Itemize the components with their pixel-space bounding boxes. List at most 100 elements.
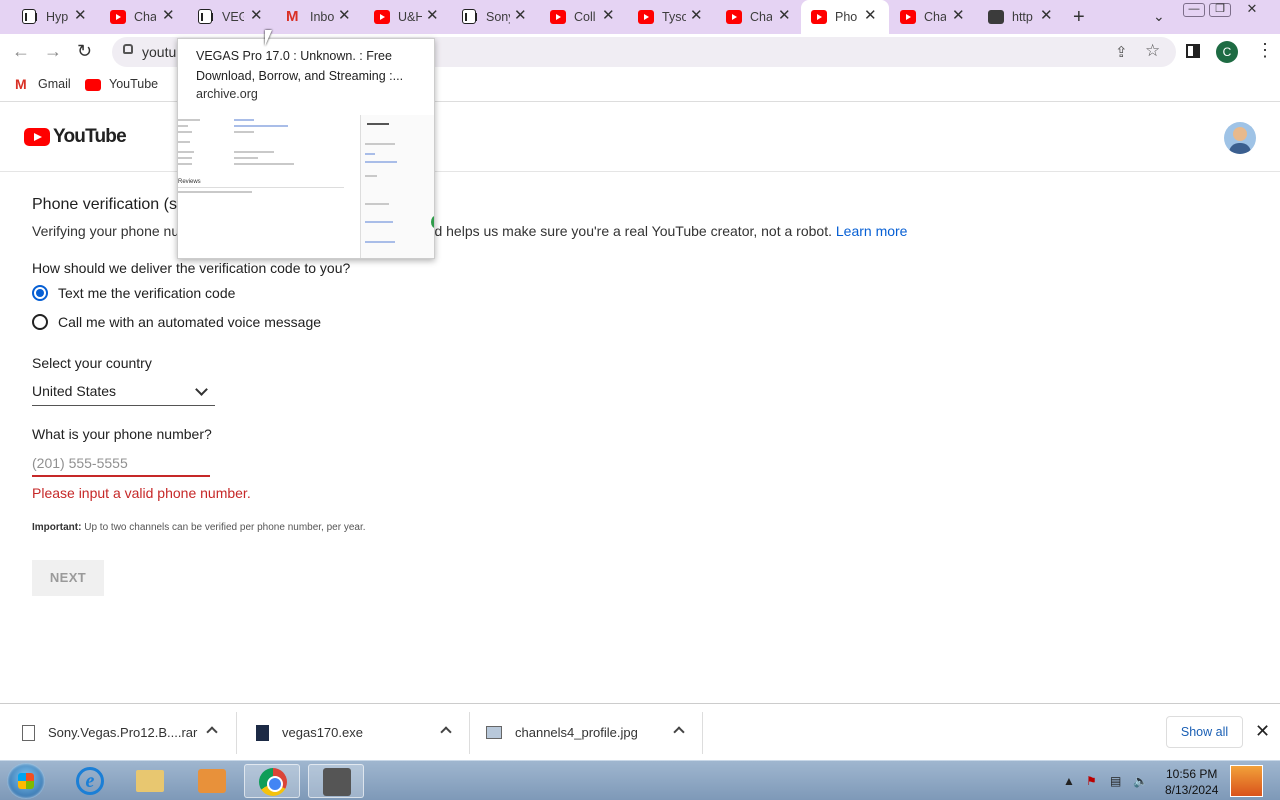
download-item[interactable]: Sony.Vegas.Pro12.B....rar	[0, 704, 236, 761]
tray-expand-icon[interactable]: ▲	[1063, 774, 1075, 788]
new-tab-button[interactable]: +	[1073, 6, 1085, 29]
avatar[interactable]	[1224, 122, 1256, 154]
close-icon[interactable]: ✕	[778, 8, 791, 24]
action-center-icon[interactable]: ⚑	[1086, 774, 1097, 788]
archive-icon	[22, 9, 37, 24]
close-icon[interactable]: ✕	[1040, 8, 1053, 24]
taskbar-ie[interactable]: e	[62, 764, 118, 798]
tab-inbox[interactable]: Inbo ✕	[276, 0, 361, 34]
tab-cha-3[interactable]: Cha ✕	[890, 0, 975, 34]
profile-avatar[interactable]: C	[1216, 41, 1238, 63]
restore-button[interactable]: ❐	[1209, 3, 1231, 17]
clock-time[interactable]: 10:56 PM	[1166, 767, 1217, 781]
image-icon	[486, 726, 502, 739]
country-value[interactable]: United States	[32, 383, 116, 399]
star-icon[interactable]: ☆	[1145, 41, 1160, 61]
taskbar-vegas[interactable]	[308, 764, 364, 798]
download-item[interactable]: vegas170.exe	[234, 704, 470, 761]
tab-pho-active[interactable]: Pho ✕	[801, 0, 889, 34]
close-icon[interactable]: ✕	[338, 8, 351, 24]
tab-veg[interactable]: VEG ✕	[188, 0, 273, 34]
radio-call[interactable]	[32, 314, 48, 330]
option-text-label[interactable]: Text me the verification code	[58, 285, 235, 301]
close-icon[interactable]: ✕	[1255, 721, 1270, 742]
tab-uh[interactable]: U&H ✕	[364, 0, 449, 34]
tab-label: http	[1012, 10, 1033, 24]
tab-hyp[interactable]: Hyp ✕	[12, 0, 97, 34]
tab-http[interactable]: http ✕	[978, 0, 1063, 34]
url-text[interactable]: youtu	[142, 44, 176, 60]
important-note: Important: Up to two channels can be ver…	[32, 522, 366, 533]
chevron-down-icon[interactable]: ⌄	[1153, 8, 1165, 25]
clock-date[interactable]: 8/13/2024	[1165, 783, 1218, 797]
taskbar-media[interactable]	[184, 764, 240, 798]
hover-card-domain: archive.org	[196, 87, 258, 101]
country-select[interactable]: United States	[32, 380, 215, 406]
radio-text-selected[interactable]	[32, 285, 48, 301]
close-icon[interactable]: ✕	[74, 8, 87, 24]
close-icon[interactable]: ✕	[952, 8, 965, 24]
minimize-button[interactable]: —	[1183, 3, 1205, 17]
show-desktop-icon[interactable]	[1230, 765, 1263, 797]
close-icon[interactable]: ✕	[162, 8, 175, 24]
close-icon[interactable]: ✕	[514, 8, 527, 24]
chevron-up-icon[interactable]	[206, 726, 218, 738]
youtube-icon	[374, 10, 390, 24]
network-icon[interactable]: ▤	[1110, 774, 1121, 788]
tab-coll[interactable]: Coll ✕	[540, 0, 625, 34]
download-item[interactable]: channels4_profile.jpg	[467, 704, 703, 761]
download-name[interactable]: vegas170.exe	[282, 725, 363, 740]
close-icon[interactable]: ✕	[690, 8, 703, 24]
download-name[interactable]: channels4_profile.jpg	[515, 725, 638, 740]
chevron-down-icon[interactable]	[195, 383, 208, 396]
thumb-line	[178, 125, 188, 127]
taskbar-explorer[interactable]	[122, 764, 178, 798]
thumb-line	[178, 141, 190, 143]
side-panel-icon[interactable]	[1186, 44, 1200, 58]
learn-more-link[interactable]: Learn more	[836, 223, 908, 239]
option-call-label[interactable]: Call me with an automated voice message	[58, 314, 321, 330]
more-menu-icon[interactable]: ⋮	[1256, 40, 1274, 61]
phone-input[interactable]	[32, 451, 210, 477]
internet-explorer-icon: e	[76, 767, 104, 795]
bookmark-youtube[interactable]: YouTube	[109, 77, 158, 91]
youtube-icon	[110, 10, 126, 24]
tab-label: VEG	[222, 10, 244, 24]
tab-label: Pho	[835, 10, 858, 24]
close-icon[interactable]: ✕	[426, 8, 439, 24]
thumb-line	[365, 241, 395, 243]
forward-arrow-icon[interactable]: →	[44, 41, 62, 62]
youtube-logo-text[interactable]: YouTube	[53, 126, 127, 148]
thumb-reviews-heading: Reviews	[178, 179, 201, 185]
tab-sony[interactable]: Sony ✕	[452, 0, 537, 34]
youtube-logo-icon[interactable]	[24, 128, 50, 146]
lock-icon[interactable]	[123, 44, 133, 54]
tab-cha-1[interactable]: Cha ✕	[100, 0, 185, 34]
reload-icon[interactable]: ↻	[77, 41, 92, 62]
tab-label: Inbo	[310, 10, 334, 24]
chevron-up-icon[interactable]	[440, 726, 452, 738]
close-icon[interactable]: ✕	[864, 8, 877, 24]
file-icon	[22, 725, 35, 741]
volume-icon[interactable]: 🔈	[1133, 774, 1148, 788]
window-close-button[interactable]: ✕	[1241, 2, 1263, 17]
note-text: Up to two channels can be verified per p…	[84, 522, 366, 533]
back-arrow-icon[interactable]: ←	[12, 41, 30, 62]
country-question: Select your country	[32, 355, 152, 371]
tab-tyso[interactable]: Tyso ✕	[628, 0, 713, 34]
tab-cha-2[interactable]: Cha ✕	[716, 0, 801, 34]
show-all-button[interactable]: Show all	[1166, 716, 1243, 748]
close-icon[interactable]: ✕	[250, 8, 263, 24]
note-label: Important:	[32, 522, 82, 533]
close-icon[interactable]: ✕	[602, 8, 615, 24]
thumb-line	[365, 153, 375, 155]
share-icon[interactable]: ⇪	[1115, 43, 1128, 61]
taskbar-chrome[interactable]	[244, 764, 300, 798]
chevron-up-icon[interactable]	[673, 726, 685, 738]
download-bar: Sony.Vegas.Pro12.B....rar vegas170.exe c…	[0, 703, 1280, 760]
next-button[interactable]: NEXT	[32, 560, 104, 596]
bookmark-gmail[interactable]: Gmail	[38, 77, 71, 91]
start-button[interactable]	[7, 763, 45, 799]
download-name[interactable]: Sony.Vegas.Pro12.B....rar	[48, 725, 197, 740]
thumb-line	[234, 151, 274, 153]
